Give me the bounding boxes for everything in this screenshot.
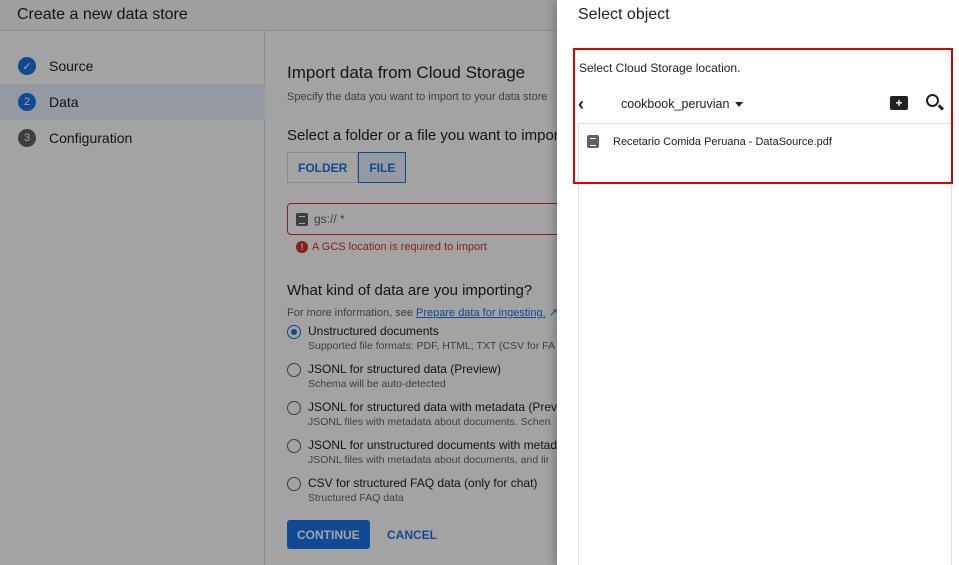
object-list: Recetario Comida Peruana - DataSource.pd… xyxy=(578,123,952,565)
highlight-box xyxy=(573,48,953,184)
select-object-panel: Select object Select Cloud Storage locat… xyxy=(557,0,959,565)
modal-scrim[interactable] xyxy=(0,0,557,565)
panel-title: Select object xyxy=(578,6,670,23)
